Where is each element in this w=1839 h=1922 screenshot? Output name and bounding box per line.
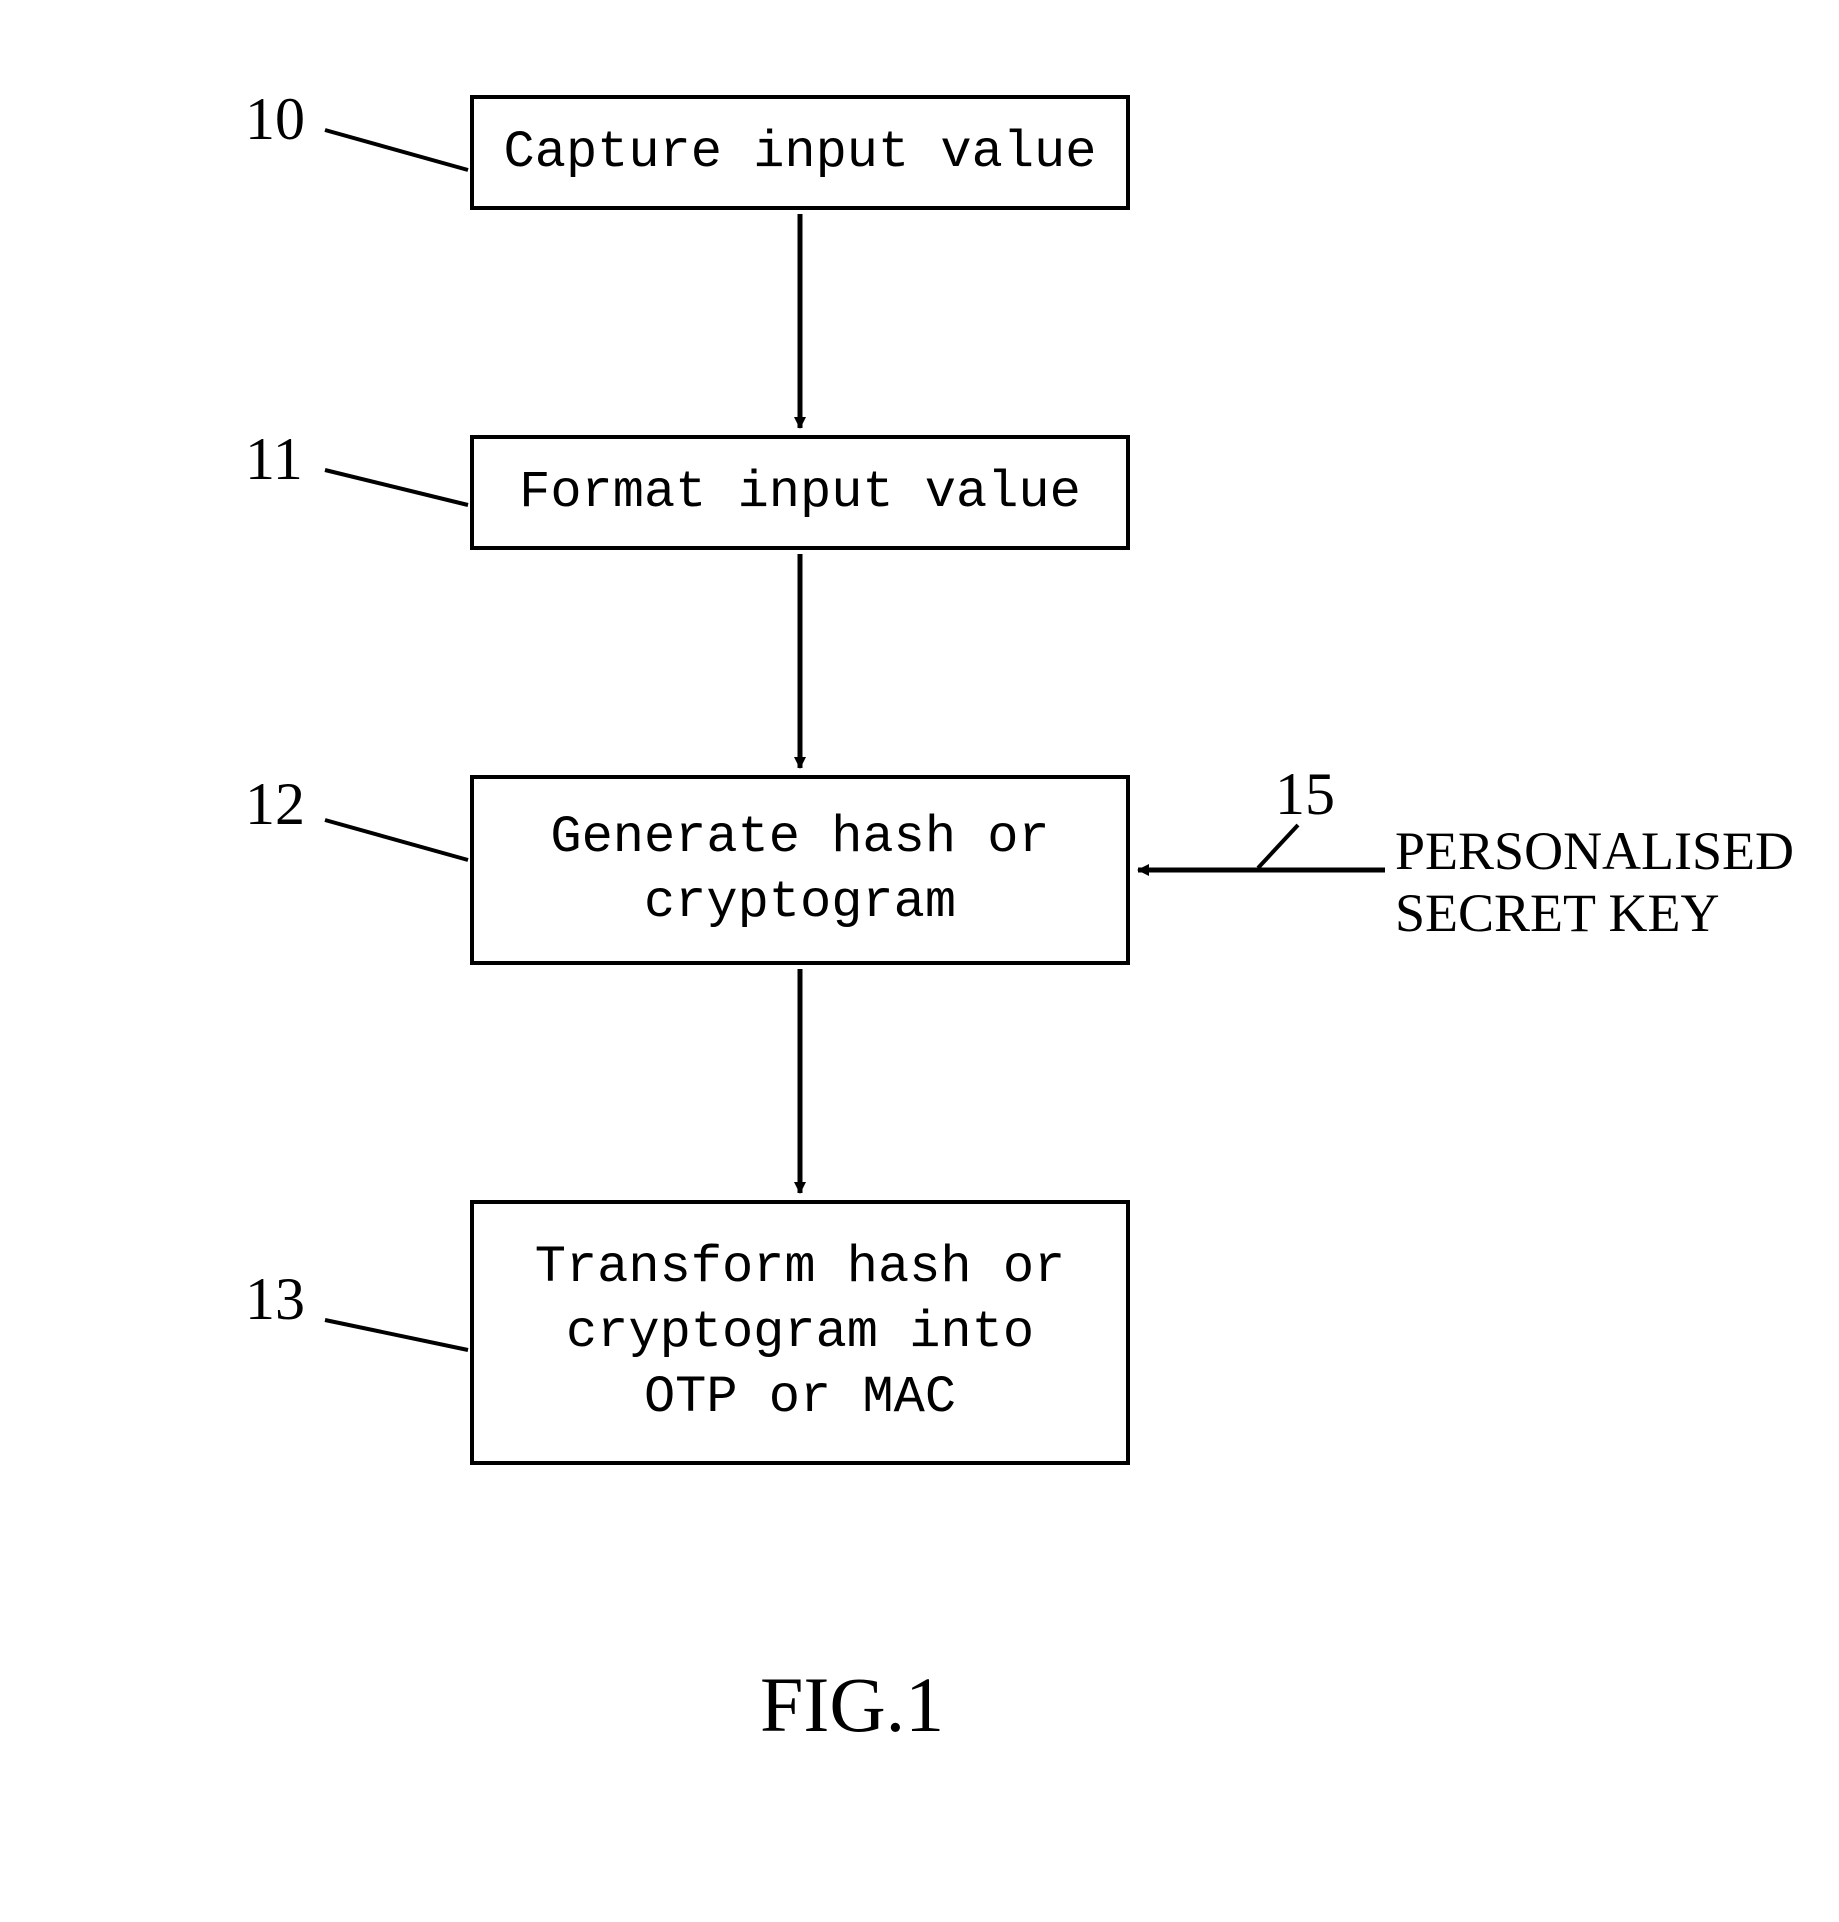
box-transform-hash-text: Transform hash or cryptogram into OTP or… — [535, 1235, 1066, 1430]
box-transform-hash: Transform hash or cryptogram into OTP or… — [470, 1200, 1130, 1465]
box-capture-input-text: Capture input value — [504, 120, 1097, 185]
box-format-input: Format input value — [470, 435, 1130, 550]
label-personalised-secret-key: PERSONALISED SECRET KEY — [1395, 820, 1794, 944]
ref-label-10: 10 — [245, 85, 305, 154]
box-generate-hash-text: Generate hash or cryptogram — [550, 805, 1049, 935]
figure-caption: FIG.1 — [760, 1660, 944, 1750]
box-format-input-text: Format input value — [519, 460, 1081, 525]
ref-label-12: 12 — [245, 770, 305, 839]
leader-15 — [1258, 825, 1298, 868]
leader-13 — [325, 1320, 468, 1350]
box-capture-input: Capture input value — [470, 95, 1130, 210]
leader-12 — [325, 820, 468, 860]
ref-label-13: 13 — [245, 1265, 305, 1334]
leader-11 — [325, 470, 468, 505]
leader-10 — [325, 130, 468, 170]
ref-label-15: 15 — [1275, 760, 1335, 829]
box-generate-hash: Generate hash or cryptogram — [470, 775, 1130, 965]
ref-label-11: 11 — [245, 425, 303, 494]
